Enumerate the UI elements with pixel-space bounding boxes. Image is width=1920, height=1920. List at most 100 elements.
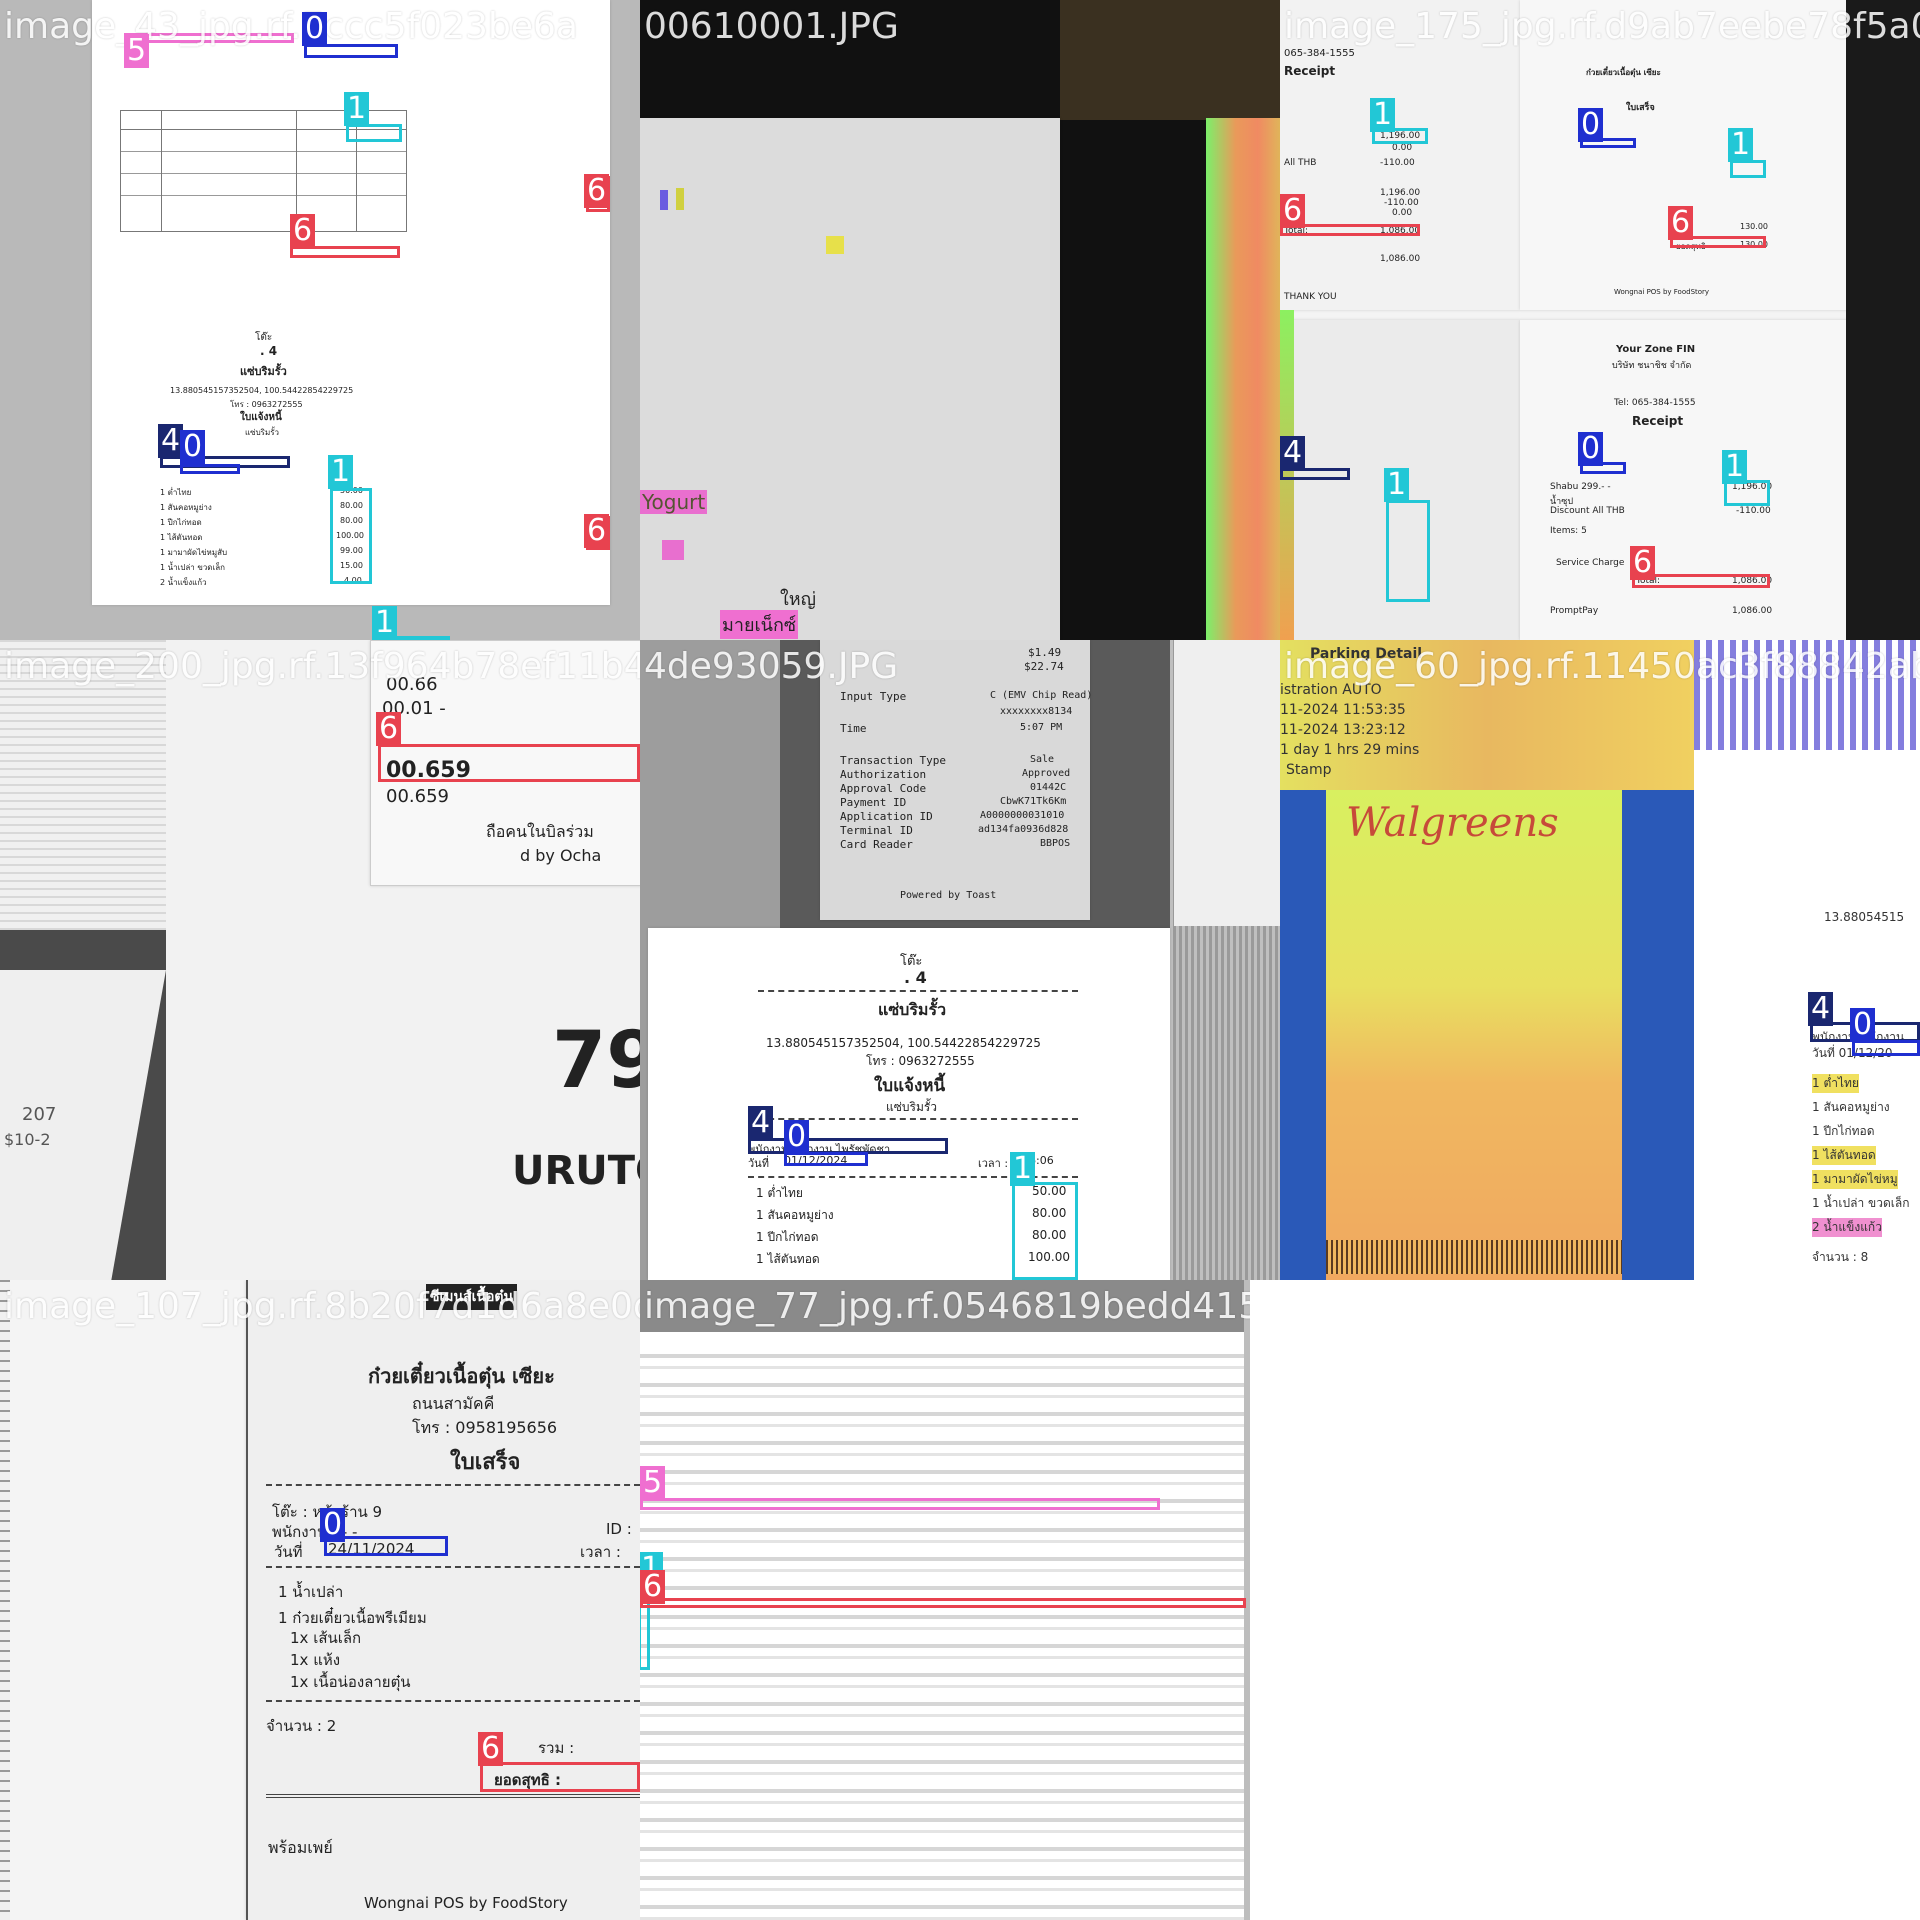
bbox-class-1	[1386, 500, 1430, 602]
toast-row-value: 01442C	[1030, 782, 1067, 793]
color-patch	[662, 540, 684, 560]
bbox-label: 0	[784, 1120, 810, 1154]
bbox-label: 1	[1384, 468, 1410, 502]
receipt-text: Discount All THB	[1550, 506, 1625, 516]
fabric-top-right	[1174, 640, 1280, 926]
bbox-class-0	[180, 464, 240, 474]
bbox-label: 6	[1280, 194, 1306, 228]
color-patch	[660, 190, 668, 210]
bbox-label: 6	[290, 214, 316, 248]
bbox-label: 1	[1370, 98, 1396, 132]
date-label: วันที่	[274, 1543, 303, 1561]
toast-row-value: Approved	[1022, 768, 1071, 779]
receipt-fragment: 1 ไส้ตันทอด	[1812, 1146, 1876, 1165]
toast-row-key: Application ID	[840, 810, 933, 823]
receipt-fragment: 13.88054515	[1824, 910, 1905, 924]
bbox-label: 6	[640, 1570, 666, 1604]
receipt-text: Items: 5	[1550, 526, 1587, 536]
bbox-class-1	[1730, 160, 1766, 178]
receipt-text: Service Charge	[1556, 558, 1625, 568]
toast-row-value: A0000000031010	[980, 810, 1065, 821]
receipt-fragment: d by Ocha	[520, 846, 602, 865]
bbox-class-6	[640, 1598, 1246, 1608]
receipt-text: Your Zone FIN	[1616, 344, 1696, 355]
receipt-sub: แซ่บริมรั้ว	[886, 1100, 938, 1114]
receipt-text: All THB	[1284, 158, 1317, 168]
item-line: 1x เส้นเล็ก	[290, 1629, 362, 1647]
bbox-label: 1	[372, 606, 398, 640]
mosaic-tile-5: $1.49 $22.74 xxxxxxxx8134 Input Type C (…	[640, 640, 1280, 1280]
bbox-label: 6	[584, 514, 610, 548]
parking-line: 11-2024 13:23:12	[1280, 722, 1406, 738]
receipt-text: Shabu 299.- -	[1550, 482, 1611, 492]
receipt-sub: แซ่บริมรั้ว	[245, 428, 280, 437]
receipt-fragment: 1 ต่ำไทย	[1812, 1074, 1859, 1093]
item-line: 1 ไส้ตันทอด	[160, 533, 203, 542]
receipt-text: PromptPay	[1550, 606, 1599, 616]
bbox-label: 0	[180, 430, 206, 464]
bbox-label: 6	[376, 712, 402, 746]
empty-tile	[1250, 1280, 1920, 1920]
pos-footer: Wongnai POS by FoodStory	[364, 1894, 568, 1912]
divider	[758, 990, 1078, 992]
receipt-fragment: 1 น้ำเปล่า ขวดเล็ก	[1812, 1196, 1910, 1210]
blurred-receipt	[640, 1340, 1250, 1920]
item-line: 1 สันคอหมูย่าง	[756, 1208, 834, 1222]
payment-method: พร้อมเพย์	[268, 1838, 333, 1857]
bbox-label: 4	[1808, 992, 1834, 1026]
item-line: 1 มามาผัดไข่หมูสับ	[160, 548, 228, 557]
divider	[266, 1794, 640, 1798]
receipt-text: ใบเสร็จ	[1626, 103, 1655, 113]
receipt-doc-type: ใบแจ้งหนี้	[874, 1076, 946, 1096]
receipt-coords: 13.880545157352504, 100.54422854229725	[170, 386, 354, 395]
bbox-class-1	[1012, 1182, 1078, 1280]
item-line: 2 น้ำแข็งแก้ว	[160, 578, 207, 587]
receipt-text: บริษัท ชนาชิช จำกัด	[1612, 361, 1692, 371]
receipt-table-no: . 4	[904, 968, 927, 987]
color-patch	[826, 236, 844, 254]
receipt-fragment: ใหญ่	[780, 589, 816, 610]
toast-row-value: Sale	[1030, 754, 1055, 765]
item-line: 1 สันคอหมูย่าง	[160, 503, 212, 512]
qty-line: จำนวน : 2	[266, 1717, 337, 1735]
toast-row-value: 5:07 PM	[1020, 722, 1063, 733]
bbox-class-5	[640, 1498, 1160, 1510]
bbox-label: 4	[748, 1106, 774, 1140]
bbox-label: 4	[1280, 436, 1306, 470]
tile-filename: image_43_jpg.rf.7ccc5f023be6a	[4, 6, 578, 47]
shop-name: ก๋วยเตี๋ยวเนื้อตุ๋น เซียะ	[368, 1364, 555, 1388]
receipt-photo	[640, 118, 1060, 640]
shop-street: ถนนสามัคคี	[412, 1394, 495, 1413]
bbox-class-1	[346, 124, 402, 142]
receipt-text: Receipt	[1632, 414, 1684, 428]
left-strip	[0, 1280, 10, 1920]
bbox-label: 0	[1578, 432, 1604, 466]
walgreens-receipt-heat	[1326, 790, 1622, 1280]
receipt-text: ก๋วยเตี๋ยวเนื้อตุ๋น เซียะ	[1586, 68, 1661, 77]
receipt-fragment: 00.659	[386, 786, 449, 807]
receipt-fragment: ถือคนในบิลร่วม	[486, 822, 594, 841]
item-line: 1 ไส้ตันทอด	[756, 1252, 820, 1266]
item-line: 1 ต่ำไทย	[756, 1186, 803, 1200]
color-patch	[676, 188, 684, 210]
bbox-class-0	[784, 1152, 868, 1166]
item-line: 1 ปีกไก่ทอด	[756, 1230, 819, 1244]
receipt-text: -110.00	[1380, 158, 1415, 168]
tile-filename: image_175_jpg.rf.d9ab7eebe78f5a0e	[1284, 6, 1920, 47]
receipt-text: 065-384-1555	[1284, 48, 1355, 59]
bbox-label: 6	[584, 174, 610, 208]
receipt-fragment: 2 น้ำแข็งแก้ว	[1812, 1218, 1882, 1237]
receipt-fragment: มายเน็กซ์	[720, 610, 799, 639]
bbox-label: 5	[640, 1466, 666, 1500]
tile-filename: image_200_jpg.rf.13f964b78ef11b405	[4, 646, 640, 687]
toast-row-key: Time	[840, 722, 867, 735]
receipt-table-no: . 4	[260, 344, 278, 358]
tile-filename: 00610001.JPG	[644, 6, 899, 47]
toast-top-value: $1.49	[1028, 646, 1062, 659]
receipt-text: Tel: 065-384-1555	[1614, 398, 1696, 408]
receipt-fragment: จำนวน : 8	[1812, 1250, 1869, 1264]
receipt-text: Wongnai POS by FoodStory	[1614, 288, 1710, 296]
bbox-class-6	[480, 1762, 640, 1792]
bbox-class-6	[378, 744, 640, 782]
receipt-doc-type: ใบแจ้งหนี้	[240, 412, 282, 423]
